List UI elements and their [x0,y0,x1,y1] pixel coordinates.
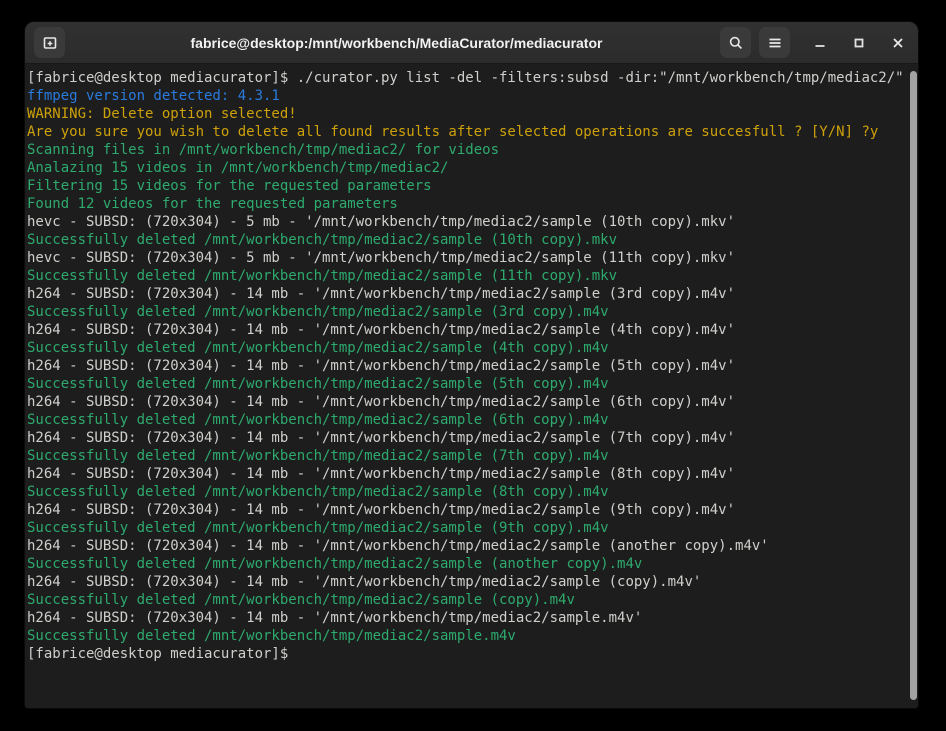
new-tab-button[interactable] [34,27,65,58]
terminal-line: Successfully deleted /mnt/workbench/tmp/… [27,519,916,537]
minimize-icon [812,35,828,51]
terminal-line: h264 - SUBSD: (720x304) - 14 mb - '/mnt/… [27,429,916,447]
terminal-line: [fabrice@desktop mediacurator]$ ./curato… [27,69,916,87]
terminal-screen[interactable]: [fabrice@desktop mediacurator]$ ./curato… [25,63,918,708]
terminal-line: Scanning files in /mnt/workbench/tmp/med… [27,141,916,159]
terminal-line: h264 - SUBSD: (720x304) - 14 mb - '/mnt/… [27,537,916,555]
window-title: fabrice@desktop:/mnt/workbench/MediaCura… [105,22,688,63]
terminal-line: Successfully deleted /mnt/workbench/tmp/… [27,483,916,501]
close-icon [890,35,906,51]
desktop-background: fabrice@desktop:/mnt/workbench/MediaCura… [0,0,946,731]
terminal-line: hevc - SUBSD: (720x304) - 5 mb - '/mnt/w… [27,249,916,267]
terminal-line: Successfully deleted /mnt/workbench/tmp/… [27,627,916,645]
terminal-line: h264 - SUBSD: (720x304) - 14 mb - '/mnt/… [27,393,916,411]
terminal-line: Successfully deleted /mnt/workbench/tmp/… [27,375,916,393]
terminal-line: Analazing 15 videos in /mnt/workbench/tm… [27,159,916,177]
terminal-line: h264 - SUBSD: (720x304) - 14 mb - '/mnt/… [27,573,916,591]
terminal-line: WARNING: Delete option selected! [27,105,916,123]
new-tab-icon [42,35,58,51]
terminal-line: Successfully deleted /mnt/workbench/tmp/… [27,447,916,465]
terminal-line: Successfully deleted /mnt/workbench/tmp/… [27,231,916,249]
terminal-line: Are you sure you wish to delete all foun… [27,123,916,141]
terminal-line: Found 12 videos for the requested parame… [27,195,916,213]
maximize-icon [851,35,867,51]
terminal-line: Successfully deleted /mnt/workbench/tmp/… [27,411,916,429]
hamburger-menu-icon [767,35,783,51]
search-icon [728,35,744,51]
minimize-button[interactable] [808,31,832,55]
menu-button[interactable] [759,27,790,58]
terminal-line: Successfully deleted /mnt/workbench/tmp/… [27,303,916,321]
terminal-line: Successfully deleted /mnt/workbench/tmp/… [27,339,916,357]
terminal-line: h264 - SUBSD: (720x304) - 14 mb - '/mnt/… [27,609,916,627]
terminal-line: h264 - SUBSD: (720x304) - 14 mb - '/mnt/… [27,321,916,339]
terminal-line: h264 - SUBSD: (720x304) - 14 mb - '/mnt/… [27,357,916,375]
terminal-line: ffmpeg version detected: 4.3.1 [27,87,916,105]
close-button[interactable] [886,31,910,55]
terminal-line: hevc - SUBSD: (720x304) - 5 mb - '/mnt/w… [27,213,916,231]
terminal-line: h264 - SUBSD: (720x304) - 14 mb - '/mnt/… [27,465,916,483]
scrollbar-thumb[interactable] [910,71,917,700]
search-button[interactable] [720,27,751,58]
terminal-line: h264 - SUBSD: (720x304) - 14 mb - '/mnt/… [27,285,916,303]
terminal-window: fabrice@desktop:/mnt/workbench/MediaCura… [25,22,918,708]
terminal-line: Successfully deleted /mnt/workbench/tmp/… [27,267,916,285]
terminal-line: h264 - SUBSD: (720x304) - 14 mb - '/mnt/… [27,501,916,519]
maximize-button[interactable] [847,31,871,55]
terminal-line: Successfully deleted /mnt/workbench/tmp/… [27,555,916,573]
terminal-line: [fabrice@desktop mediacurator]$ [27,645,916,663]
titlebar[interactable]: fabrice@desktop:/mnt/workbench/MediaCura… [25,22,918,64]
terminal-line: Filtering 15 videos for the requested pa… [27,177,916,195]
terminal-line: Successfully deleted /mnt/workbench/tmp/… [27,591,916,609]
